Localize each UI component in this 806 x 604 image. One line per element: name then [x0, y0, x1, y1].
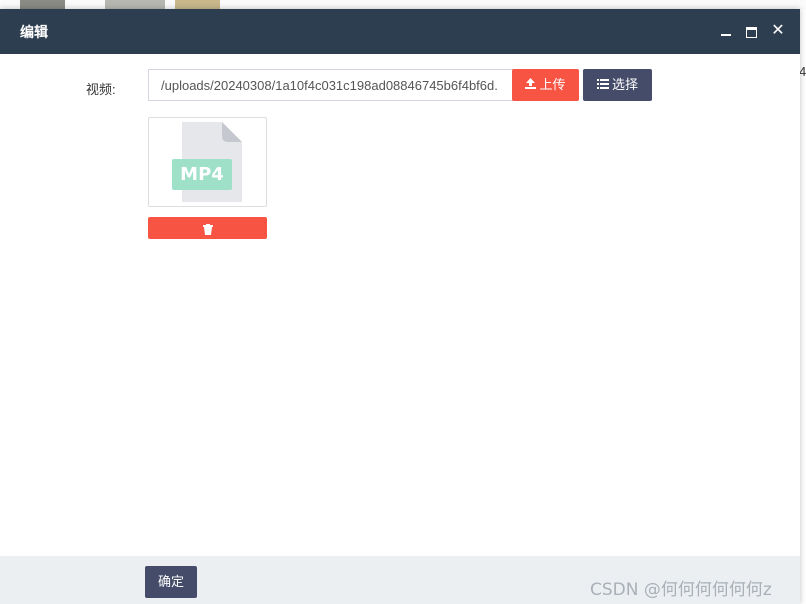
select-button-label: 选择: [611, 77, 638, 92]
trash-icon: [203, 222, 213, 240]
upload-button[interactable]: 上传: [512, 69, 579, 101]
background-thumbnail: [175, 0, 220, 9]
background-thumbnail: [105, 0, 165, 9]
confirm-button[interactable]: 确定: [145, 566, 197, 598]
upload-icon: [525, 69, 537, 101]
background-right-text: 4: [799, 64, 806, 79]
dialog-title: 编辑: [20, 24, 48, 40]
list-icon: [596, 69, 609, 101]
close-icon[interactable]: ✕: [770, 22, 786, 40]
file-type-badge: MP4: [172, 159, 232, 190]
delete-button[interactable]: [148, 217, 267, 239]
edit-dialog: 编辑 ✕ 视频: 上传 选择 MP4 确定: [0, 9, 800, 604]
upload-button-label: 上传: [539, 77, 566, 92]
watermark: CSDN @何何何何何何z: [590, 580, 772, 600]
maximize-icon[interactable]: [744, 22, 760, 40]
select-button[interactable]: 选择: [583, 69, 652, 101]
video-path-input[interactable]: [148, 69, 514, 101]
dialog-titlebar: 编辑 ✕: [0, 9, 800, 54]
video-preview[interactable]: MP4: [148, 117, 267, 207]
minimize-icon[interactable]: [718, 22, 734, 40]
background-thumbnail: [20, 0, 65, 9]
video-field-label: 视频:: [86, 82, 116, 97]
